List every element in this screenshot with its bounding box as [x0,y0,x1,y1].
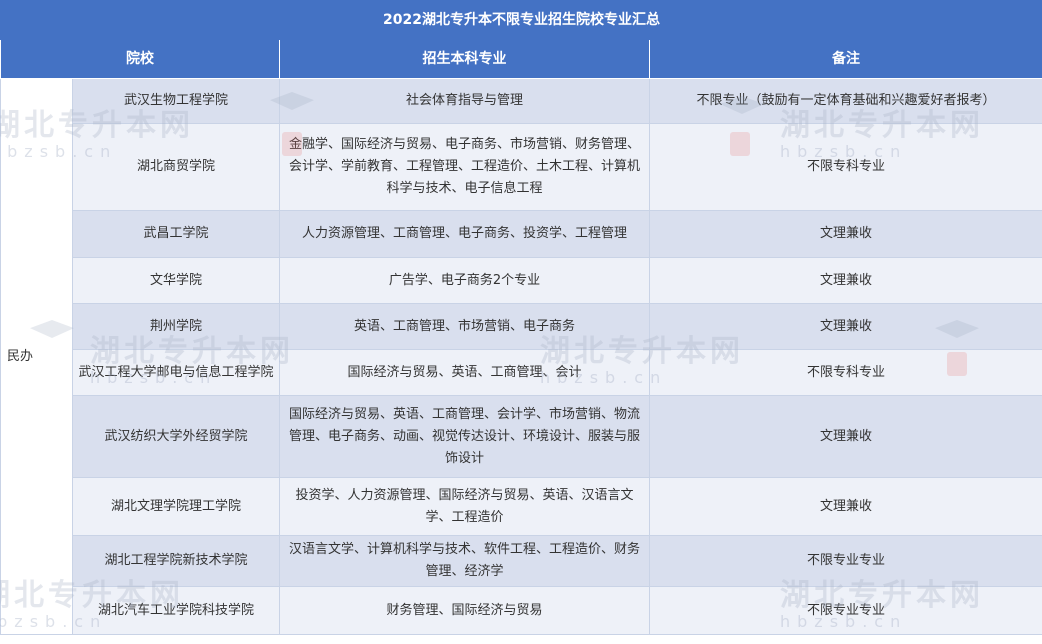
remarks-cell: 文理兼收 [648,477,1042,536]
header-majors: 招生本科专业 [279,39,650,79]
remarks-cell: 不限专业专业 [648,535,1042,587]
group-label: 民办 [0,78,73,635]
table-row: 湖北商贸学院 金融学、国际经济与贸易、电子商务、市场营销、财务管理、会计学、学前… [1,123,1042,211]
table-row: 武汉纺织大学外经贸学院 国际经济与贸易、英语、工商管理、会计学、市场营销、物流管… [1,395,1042,478]
remarks-cell: 文理兼收 [648,257,1042,304]
remarks-cell: 文理兼收 [648,210,1042,258]
table-title: 2022湖北专升本不限专业招生院校专业汇总 [0,0,1042,40]
school-cell: 文华学院 [72,257,280,304]
majors-cell: 人力资源管理、工商管理、电子商务、投资学、工程管理 [279,210,650,258]
school-cell: 武汉纺织大学外经贸学院 [72,395,280,478]
school-cell: 湖北文理学院理工学院 [72,477,280,536]
majors-cell: 投资学、人力资源管理、国际经济与贸易、英语、汉语言文学、工程造价 [279,477,650,536]
school-cell: 湖北汽车工业学院科技学院 [72,586,280,635]
school-cell: 湖北商贸学院 [72,123,280,211]
school-cell: 湖北工程学院新技术学院 [72,535,280,587]
majors-cell: 汉语言文学、计算机科学与技术、软件工程、工程造价、财务管理、经济学 [279,535,650,587]
remarks-cell: 不限专科专业 [648,123,1042,211]
majors-cell: 英语、工商管理、市场营销、电子商务 [279,303,650,350]
school-cell: 武昌工学院 [72,210,280,258]
table-row: 文华学院 广告学、电子商务2个专业 文理兼收 [1,257,1042,304]
table-row: 荆州学院 英语、工商管理、市场营销、电子商务 文理兼收 [1,303,1042,350]
header-remarks: 备注 [648,39,1042,79]
table-row: 民办 武汉生物工程学院 社会体育指导与管理 不限专业（鼓励有一定体育基础和兴趣爱… [0,78,1042,635]
remarks-cell: 文理兼收 [648,303,1042,350]
remarks-cell: 不限专业（鼓励有一定体育基础和兴趣爱好者报考） [648,78,1042,124]
majors-table: 2022湖北专升本不限专业招生院校专业汇总 院校 招生本科专业 备注 民办 武汉… [0,0,1042,635]
remarks-cell: 不限专科专业 [648,349,1042,396]
school-cell: 武汉生物工程学院 [72,78,280,124]
header-school: 院校 [0,39,280,79]
majors-cell: 财务管理、国际经济与贸易 [279,586,650,635]
table-row: 武汉工程大学邮电与信息工程学院 国际经济与贸易、英语、工商管理、会计 不限专科专… [1,349,1042,396]
majors-cell: 金融学、国际经济与贸易、电子商务、市场营销、财务管理、会计学、学前教育、工程管理… [279,123,650,211]
table-row: 武昌工学院 人力资源管理、工商管理、电子商务、投资学、工程管理 文理兼收 [1,210,1042,258]
school-cell: 荆州学院 [72,303,280,350]
remarks-cell: 文理兼收 [648,395,1042,478]
majors-cell: 社会体育指导与管理 [279,78,650,124]
school-cell: 武汉工程大学邮电与信息工程学院 [72,349,280,396]
table-row: 湖北文理学院理工学院 投资学、人力资源管理、国际经济与贸易、英语、汉语言文学、工… [1,477,1042,536]
majors-cell: 广告学、电子商务2个专业 [279,257,650,304]
table-row: 湖北工程学院新技术学院 汉语言文学、计算机科学与技术、软件工程、工程造价、财务管… [1,535,1042,587]
majors-cell: 国际经济与贸易、英语、工商管理、会计 [279,349,650,396]
majors-cell: 国际经济与贸易、英语、工商管理、会计学、市场营销、物流管理、电子商务、动画、视觉… [279,395,650,478]
remarks-cell: 不限专业专业 [648,586,1042,635]
table-row: 湖北汽车工业学院科技学院 财务管理、国际经济与贸易 不限专业专业 [1,586,1042,635]
